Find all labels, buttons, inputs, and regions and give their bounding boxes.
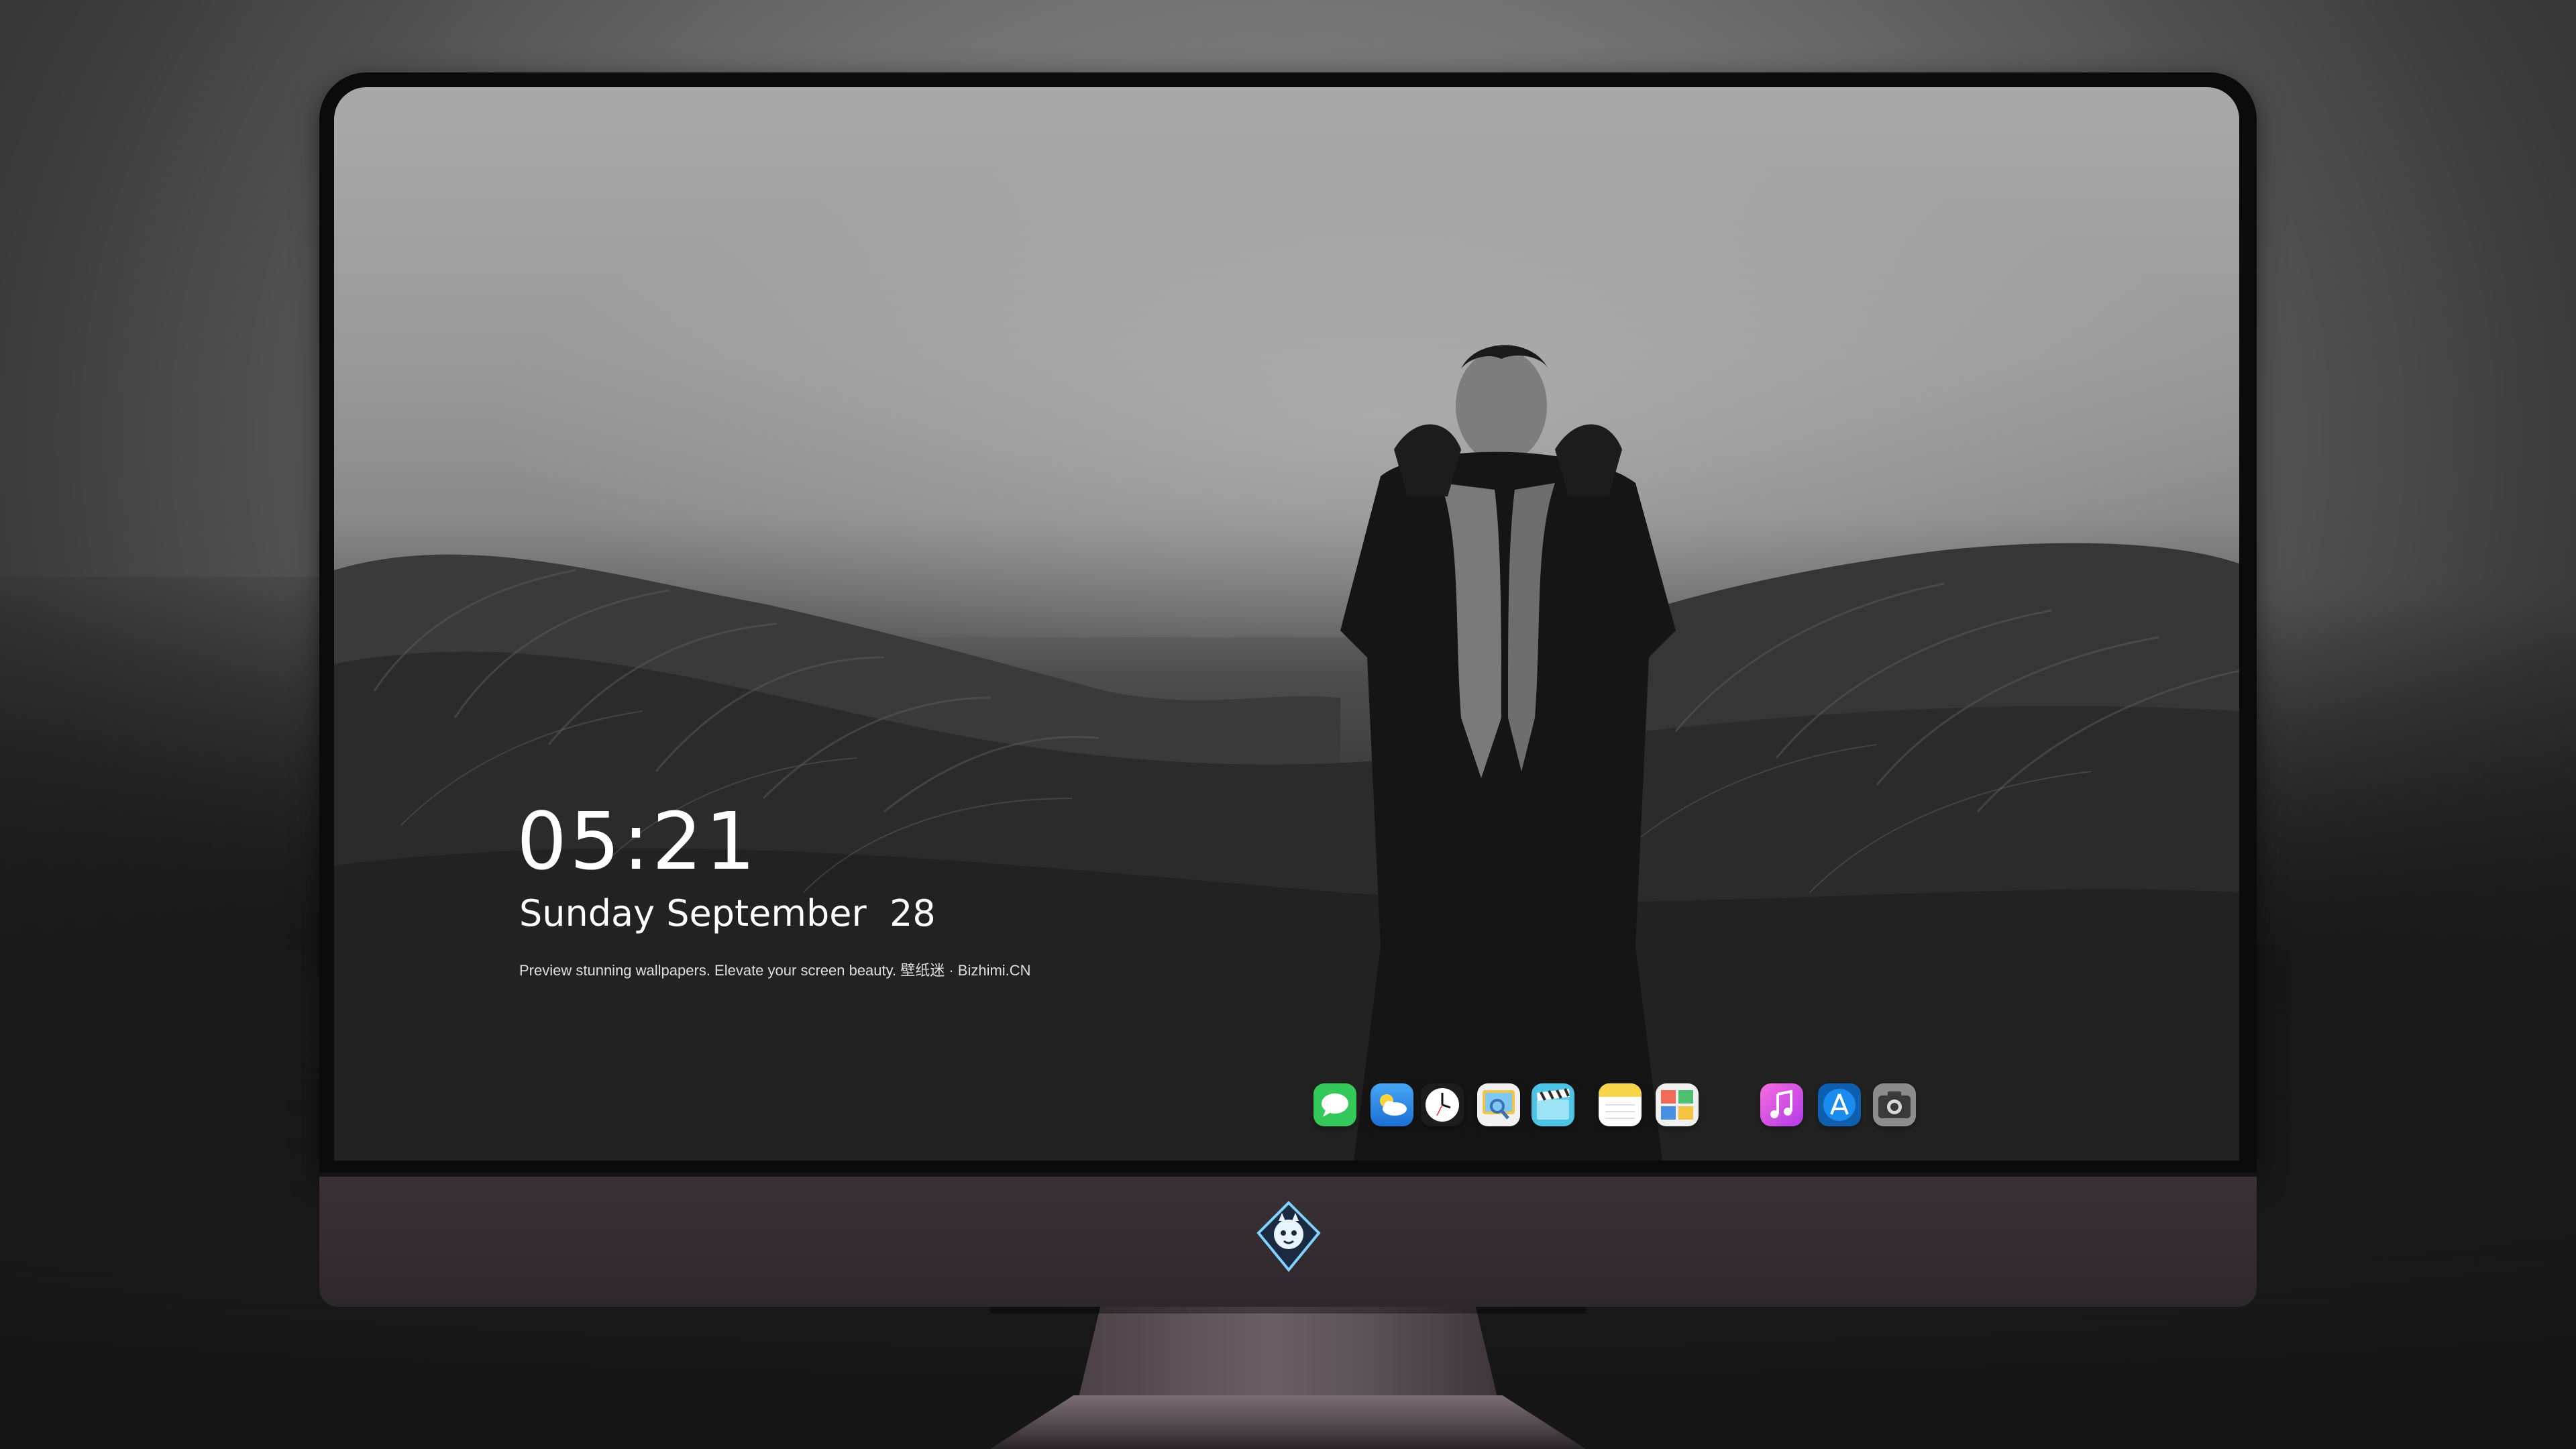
weather-icon[interactable] (1371, 1083, 1413, 1126)
camera-icon[interactable] (1873, 1083, 1916, 1126)
dock (334, 1083, 2239, 1150)
messages-icon[interactable] (1313, 1083, 1356, 1126)
monitor-stand-shadow (990, 1307, 1586, 1313)
monitor-stand-foot (990, 1395, 1586, 1449)
final-cut-clapper-icon[interactable] (1532, 1083, 1574, 1126)
monitor-chin-divider (319, 1173, 2257, 1177)
app-store-icon[interactable] (1818, 1083, 1861, 1126)
itunes-music-icon[interactable] (1760, 1083, 1803, 1126)
clock-icon[interactable] (1421, 1083, 1464, 1126)
imac-monitor: 05:21 Sunday September 28 Preview stunni… (319, 72, 2257, 1307)
lock-screen-tagline: Preview stunning wallpapers. Elevate you… (519, 962, 1031, 979)
preview-icon[interactable] (1477, 1083, 1520, 1126)
lock-screen-time: 05:21 (517, 795, 759, 888)
notes-icon[interactable] (1599, 1083, 1642, 1126)
photo-booth-icon[interactable] (1656, 1083, 1699, 1126)
lock-screen[interactable]: 05:21 Sunday September 28 Preview stunni… (334, 87, 2239, 1161)
wallpaper-person (1300, 342, 1716, 1161)
lock-screen-date: Sunday September 28 (519, 892, 936, 934)
bizhimi-mascot-logo-icon (1252, 1199, 1326, 1273)
